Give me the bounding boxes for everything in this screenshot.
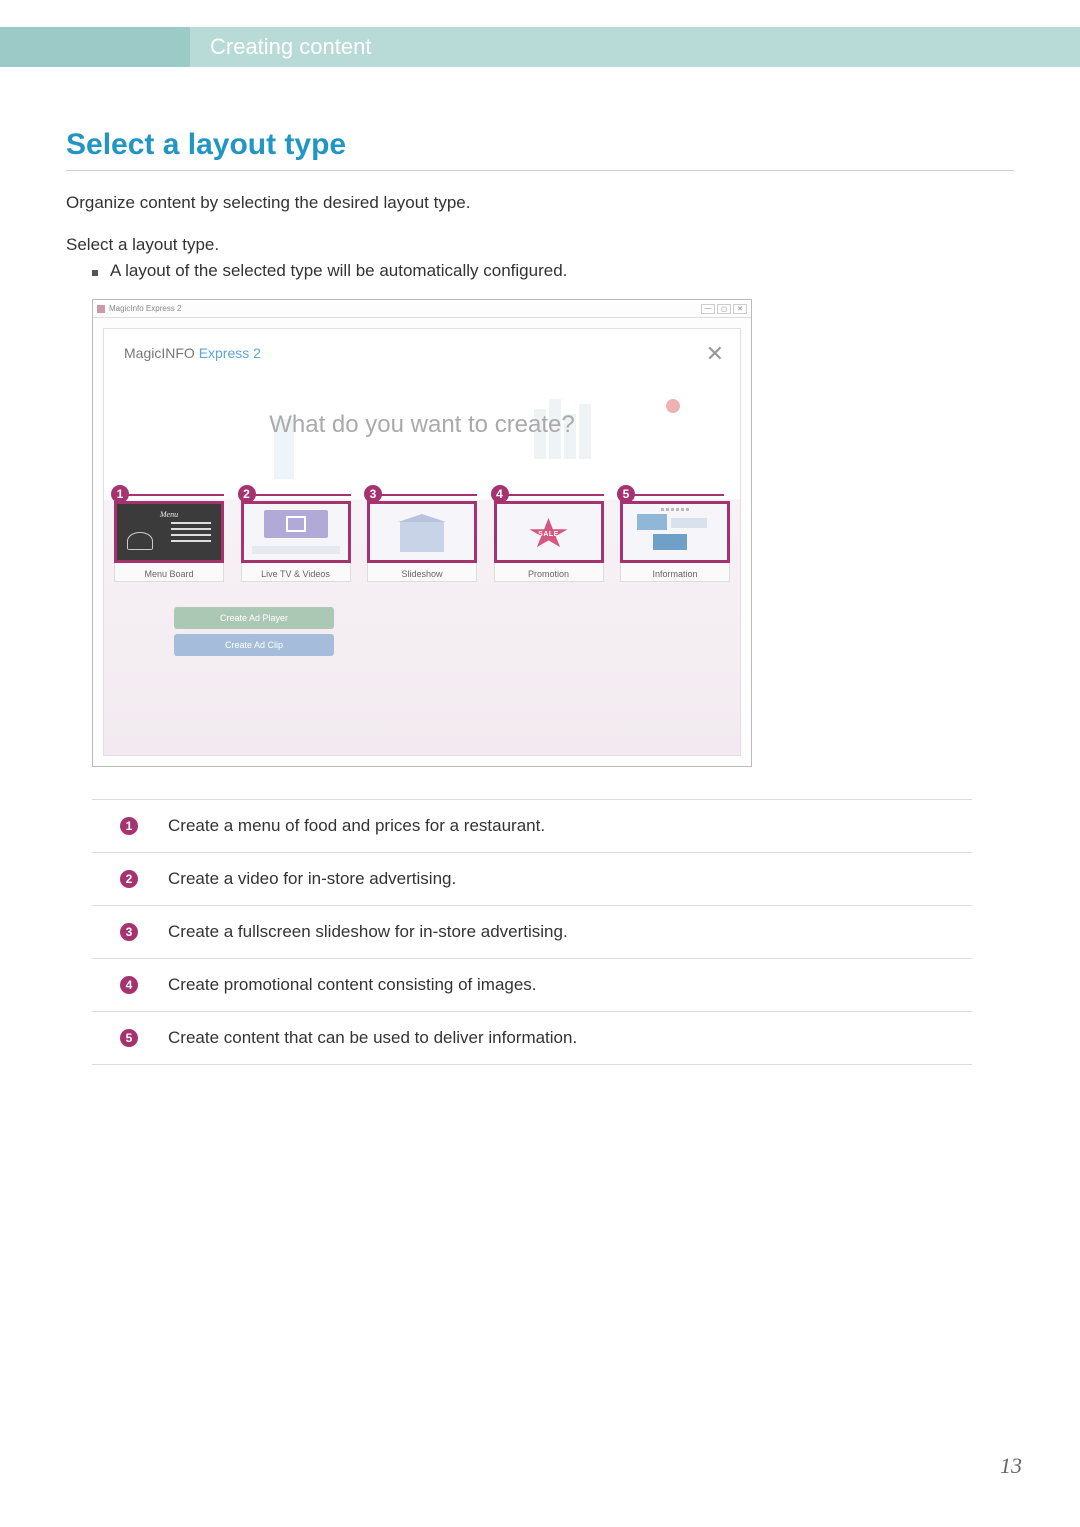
minimize-button[interactable]: —	[701, 304, 715, 314]
brand-accent: Express 2	[199, 345, 261, 361]
thumb-live-tv	[241, 501, 351, 563]
layout-card-live-tv[interactable]: 2 Live TV & Videos	[241, 501, 351, 582]
page-number: 13	[1000, 1453, 1022, 1479]
callout-line	[508, 494, 604, 496]
table-row: 5 Create content that can be used to del…	[92, 1012, 972, 1065]
layout-card-promotion[interactable]: 4 SALE Promotion	[494, 501, 604, 582]
layout-label: Slideshow	[367, 563, 477, 582]
layout-card-slideshow[interactable]: 3 Slideshow	[367, 501, 477, 582]
row-text: Create a menu of food and prices for a r…	[168, 816, 545, 836]
thumb-information	[620, 501, 730, 563]
callout-badge: 4	[491, 485, 509, 503]
row-text: Create promotional content consisting of…	[168, 975, 537, 995]
step-text: Select a layout type.	[66, 235, 1014, 255]
callout-line	[634, 494, 724, 496]
window-close-button[interactable]: ✕	[733, 304, 747, 314]
app-icon	[97, 305, 105, 313]
row-number-badge: 1	[120, 817, 138, 835]
layout-label: Live TV & Videos	[241, 563, 351, 582]
table-row: 2 Create a video for in-store advertisin…	[92, 853, 972, 906]
sale-badge: SALE	[538, 531, 559, 538]
brand-prefix: MagicINFO	[124, 345, 199, 361]
table-row: 3 Create a fullscreen slideshow for in-s…	[92, 906, 972, 959]
bullet-item: A layout of the selected type will be au…	[92, 261, 1014, 281]
page-header: Creating content	[0, 27, 1080, 67]
layout-label: Information	[620, 563, 730, 582]
modal-heading: What do you want to create?	[104, 411, 740, 439]
row-number-badge: 2	[120, 870, 138, 888]
breadcrumb: Creating content	[210, 34, 371, 60]
layout-label: Promotion	[494, 563, 604, 582]
callout-line	[255, 494, 351, 496]
header-tab-accent	[0, 27, 190, 67]
app-brand: MagicINFO Express 2	[124, 345, 261, 361]
window-titlebar: MagicInfo Express 2 — ◻ ✕	[93, 300, 751, 318]
app-modal: MagicINFO Express 2 ✕ What do you want t…	[103, 328, 741, 756]
layout-options-row: 1 Menu Board 2 Live TV & Videos 3	[114, 501, 730, 582]
layout-card-menu-board[interactable]: 1 Menu Board	[114, 501, 224, 582]
thumb-menu-board	[114, 501, 224, 563]
callout-badge: 1	[111, 485, 129, 503]
thumb-slideshow	[367, 501, 477, 563]
bullet-text: A layout of the selected type will be au…	[110, 261, 567, 281]
modal-close-icon[interactable]: ✕	[706, 341, 724, 367]
horizontal-rule	[66, 170, 1014, 171]
ghost-button-ad-player: Create Ad Player	[174, 607, 334, 629]
row-number-badge: 5	[120, 1029, 138, 1047]
row-text: Create a fullscreen slideshow for in-sto…	[168, 922, 568, 942]
row-text: Create content that can be used to deliv…	[168, 1028, 577, 1048]
callout-line	[128, 494, 224, 496]
row-number-badge: 3	[120, 923, 138, 941]
table-row: 1 Create a menu of food and prices for a…	[92, 799, 972, 853]
table-row: 4 Create promotional content consisting …	[92, 959, 972, 1012]
app-screenshot: MagicInfo Express 2 — ◻ ✕ MagicINFO Expr…	[92, 299, 752, 767]
row-text: Create a video for in-store advertising.	[168, 869, 456, 889]
callout-badge: 3	[364, 485, 382, 503]
callout-badge: 2	[238, 485, 256, 503]
thumb-promotion: SALE	[494, 501, 604, 563]
callout-badge: 5	[617, 485, 635, 503]
layout-label: Menu Board	[114, 563, 224, 582]
window-title: MagicInfo Express 2	[109, 304, 181, 313]
description-table: 1 Create a menu of food and prices for a…	[92, 799, 972, 1065]
bullet-marker-icon	[92, 270, 98, 276]
callout-line	[381, 494, 477, 496]
section-title: Select a layout type	[66, 128, 1014, 162]
row-number-badge: 4	[120, 976, 138, 994]
ghost-button-ad-clip: Create Ad Clip	[174, 634, 334, 656]
layout-card-information[interactable]: 5 Information	[620, 501, 730, 582]
section-intro: Organize content by selecting the desire…	[66, 193, 1014, 213]
maximize-button[interactable]: ◻	[717, 304, 731, 314]
